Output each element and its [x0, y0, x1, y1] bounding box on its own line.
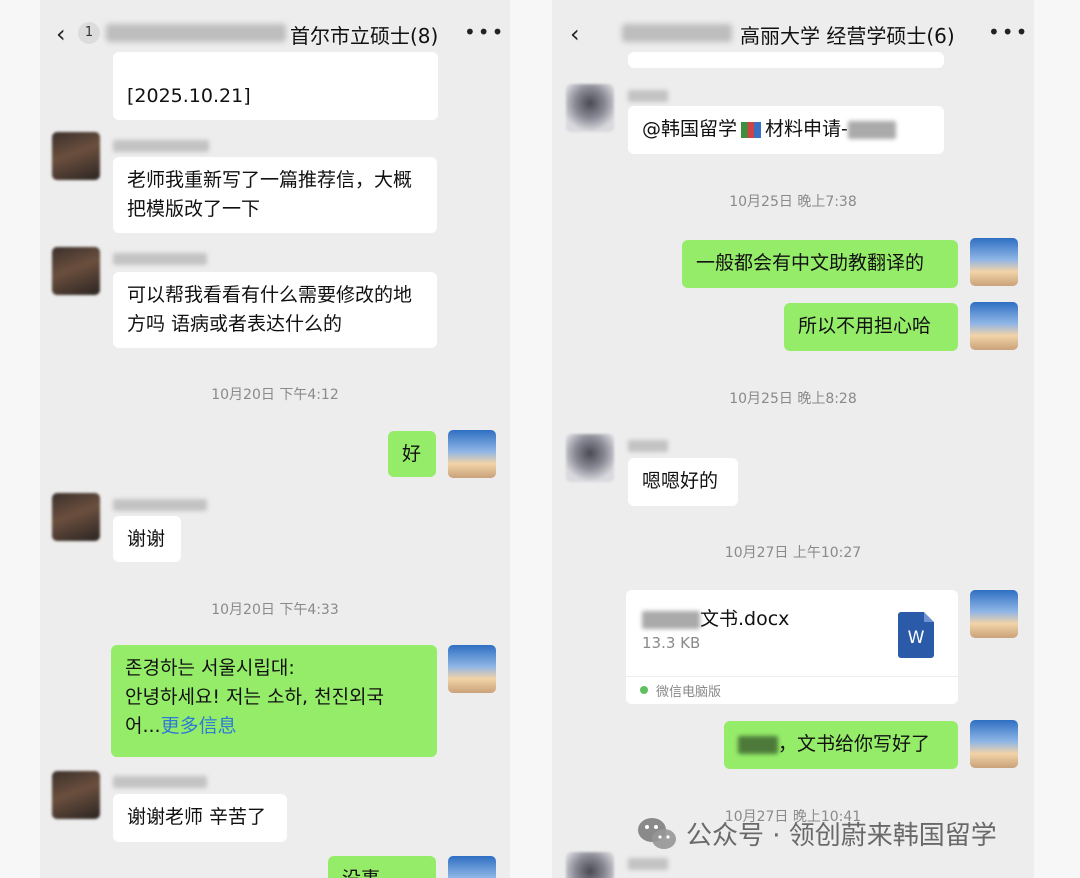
sender-name [628, 90, 668, 102]
letter-line-3-prefix: 어... [125, 715, 161, 737]
avatar[interactable] [566, 84, 614, 132]
self-avatar[interactable] [448, 856, 496, 878]
file-size: 13.3 KB [642, 634, 701, 652]
letter-line-1: 존경하는 서울시립대: [125, 657, 295, 679]
message-text: 嗯嗯好的 [642, 470, 719, 492]
sender-name [628, 858, 668, 870]
timestamp: 10月27日 上午10:27 [724, 545, 862, 561]
message-bubble-self[interactable]: ，文书给你写好了 [724, 721, 958, 769]
avatar[interactable] [52, 247, 100, 295]
message-text: 可以帮我看看有什么需要修改的地方吗 语病或者表达什么的 [127, 284, 413, 335]
letter-line-3: 어...更多信息 [125, 712, 423, 741]
message-bubble[interactable]: 嗯嗯好的 [628, 458, 738, 506]
message-text: 没事 [342, 868, 380, 878]
timestamp: 10月25日 晚上8:28 [729, 391, 857, 407]
letter-preview-bubble[interactable]: 존경하는 서울시립대: 안녕하세요! 저는 소하, 천진외국 어...更多信息 [111, 645, 437, 757]
more-icon[interactable]: ••• [988, 20, 1029, 44]
mention-text: @韩国留学 [642, 118, 738, 140]
avatar[interactable] [52, 493, 100, 541]
message-bubble[interactable]: 谢谢老师 辛苦了 [113, 794, 287, 842]
chevron-left-icon[interactable]: ‹ [570, 22, 580, 46]
sender-name [113, 253, 207, 265]
message-text: 谢谢老师 辛苦了 [127, 806, 267, 828]
message-bubble[interactable]: 可以帮我看看有什么需要修改的地方吗 语病或者表达什么的 [113, 272, 437, 348]
avatar[interactable] [52, 771, 100, 819]
message-bubble[interactable]: 谢谢 [113, 516, 181, 562]
blurred-title-prefix [622, 24, 732, 42]
avatar[interactable] [566, 434, 614, 482]
watermark-text: 公众号 · 领创蔚来韩国留学 [686, 821, 997, 851]
sender-name [113, 499, 207, 511]
left-chat-panel: ‹ 1 首尔市立硕士(8) ••• [2025.10.21] 老师我重新写了一篇… [40, 0, 510, 878]
file-message-card[interactable]: 文书.docx 13.3 KB W 微信电脑版 [626, 590, 958, 704]
message-text: [2025.10.21] [127, 85, 251, 107]
self-avatar[interactable] [448, 430, 496, 478]
wechat-logo-icon [638, 818, 676, 849]
message-bubble-self[interactable]: 所以不用担心哈 [784, 303, 958, 351]
timestamp: 10月20日 下午4:33 [211, 602, 339, 618]
word-doc-fold [924, 612, 934, 622]
self-avatar[interactable] [970, 238, 1018, 286]
source-dot-icon [640, 686, 648, 694]
timestamp: 10月20日 下午4:12 [211, 387, 339, 403]
message-text: 老师我重新写了一篇推荐信，大概把模版改了一下 [127, 169, 413, 220]
self-avatar[interactable] [970, 720, 1018, 768]
message-bubble-self[interactable]: 一般都会有中文助教翻译的 [682, 240, 958, 288]
message-text: 所以不用担心哈 [798, 315, 932, 337]
more-icon[interactable]: ••• [464, 20, 505, 44]
letter-line-2: 안녕하세요! 저는 소하, 천진외국 [125, 686, 385, 708]
file-name: 文书.docx [700, 608, 790, 630]
blurred-title-prefix [106, 24, 286, 42]
message-text: 谢谢 [127, 528, 166, 550]
message-bubble-self[interactable]: 没事 [328, 856, 436, 878]
file-name-row: 文书.docx [642, 604, 789, 631]
file-source: 微信电脑版 [656, 685, 722, 700]
blurred-name [847, 120, 896, 139]
message-text: 材料申请- [765, 118, 848, 140]
self-avatar[interactable] [970, 590, 1018, 638]
blurred-name [738, 735, 778, 754]
divider [626, 676, 958, 677]
sender-name [113, 776, 207, 788]
self-avatar[interactable] [448, 645, 496, 693]
self-avatar[interactable] [970, 302, 1018, 350]
books-icon [741, 121, 762, 138]
message-text: 好 [402, 443, 422, 465]
blurred-file-prefix [642, 610, 700, 629]
message-bubble-cut[interactable] [628, 52, 944, 68]
sender-name [113, 140, 209, 152]
message-bubble-date[interactable]: [2025.10.21] [113, 52, 438, 120]
chevron-left-icon[interactable]: ‹ [56, 22, 66, 46]
right-chat-panel: ‹ 高丽大学 经营学硕士(6) ••• @韩国留学 材料申请- 10月25日 晚上… [552, 0, 1034, 878]
sender-name [628, 440, 668, 452]
avatar[interactable] [52, 132, 100, 180]
message-text: ，文书给你写好了 [778, 733, 931, 755]
message-text: 一般都会有中文助教翻译的 [696, 252, 925, 274]
chat-title: 高丽大学 经营学硕士(6) [740, 24, 955, 48]
unread-badge: 1 [78, 22, 100, 44]
chat-title: 首尔市立硕士(8) [290, 24, 439, 48]
message-bubble[interactable]: 老师我重新写了一篇推荐信，大概把模版改了一下 [113, 157, 437, 233]
message-bubble-self[interactable]: 好 [388, 431, 436, 477]
avatar[interactable] [566, 852, 614, 878]
message-bubble[interactable]: @韩国留学 材料申请- [628, 106, 944, 154]
more-info-link[interactable]: 更多信息 [161, 715, 237, 737]
timestamp: 10月25日 晚上7:38 [729, 194, 857, 210]
